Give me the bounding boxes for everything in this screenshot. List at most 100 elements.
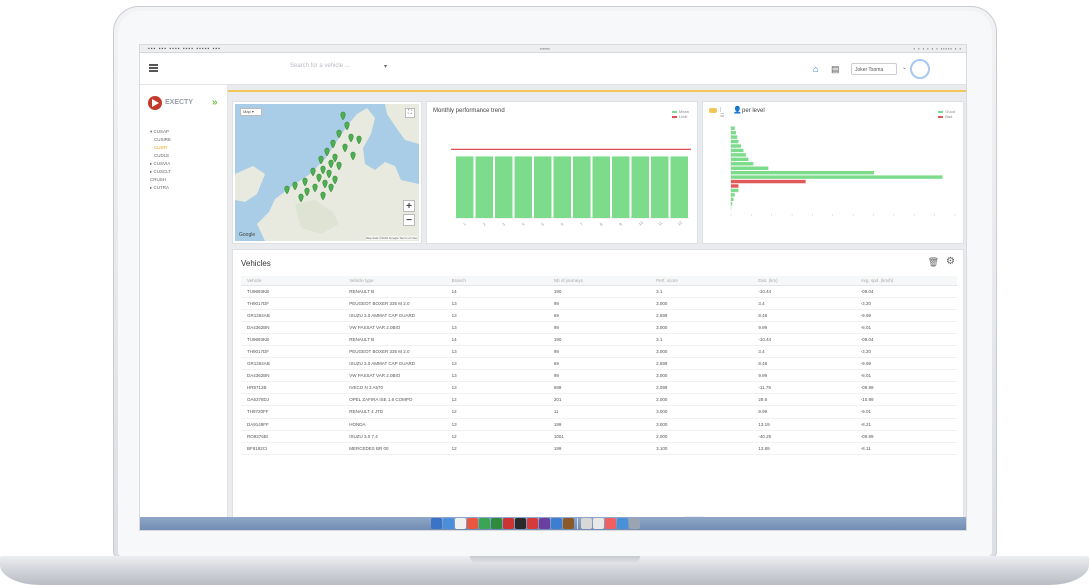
dock-app-icon[interactable] — [563, 518, 574, 529]
column-header[interactable]: Dist. (km) — [752, 276, 855, 286]
user-menu-button[interactable]: Joker Tsoma — [851, 63, 897, 75]
level-bar-good[interactable] — [731, 193, 735, 197]
sidebar-tree-item[interactable]: ▾ CUSAP — [150, 128, 171, 136]
column-header[interactable]: Avg. spd. (km/h) — [854, 276, 957, 286]
column-header[interactable]: Branch — [445, 276, 548, 286]
column-header[interactable]: Perf. score — [650, 276, 753, 286]
level-bar-good[interactable] — [731, 188, 739, 193]
table-row[interactable]: TU9693KB RENAULT B 14 190 3.1 -10.44 -09.04 — [241, 285, 957, 298]
table-row[interactable]: GR1264AB ISUZU 3.0 AMMAT CAP GUARD 13 69 2.6… — [241, 309, 957, 322]
perf-bar[interactable] — [612, 156, 630, 218]
vehicle-map[interactable]: Map ▾ ⛶ + − Google Map data ©2019 Google… — [235, 104, 419, 241]
map-attribution[interactable]: Map data ©2019 Google Terms of Use — [365, 236, 417, 240]
sidebar-tree-item[interactable]: CUSIRE — [150, 136, 171, 144]
user-menu-chevron-icon[interactable]: ⌄ — [902, 64, 907, 71]
dock-app-icon[interactable] — [467, 518, 478, 529]
sidebar-tree-item[interactable]: ▸ CUSVIA — [150, 160, 171, 168]
level-bar-good[interactable] — [731, 197, 734, 202]
table-cell: 2.699 — [650, 357, 753, 371]
perf-bar[interactable] — [514, 156, 533, 218]
dock-app-icon[interactable] — [443, 518, 454, 529]
dock-app-icon[interactable] — [491, 518, 502, 529]
delete-icon[interactable]: 🗑 — [928, 257, 939, 268]
sidebar-tree-item[interactable]: ▸ CUSCLT — [150, 168, 171, 176]
map-layer-button[interactable]: Map ▾ — [240, 108, 262, 116]
table-row[interactable]: TH9017DF PEUGEOT BOXER 335 M 2.0 13 99 3.000… — [241, 345, 957, 359]
level-bar-good[interactable] — [731, 153, 746, 157]
gear-icon[interactable]: ⚙ — [946, 256, 955, 267]
map-zoom-out-button[interactable]: − — [403, 214, 415, 226]
level-bar-bad[interactable] — [731, 179, 806, 184]
dock-app-icon[interactable] — [515, 518, 526, 529]
search-caret-icon[interactable]: ▾ — [384, 63, 387, 70]
sidebar-tree-item[interactable]: CUSFI — [150, 144, 171, 152]
level-bar-good[interactable] — [731, 135, 738, 139]
table-row[interactable]: RO9376BI ISUZU 3.0 7.4 12 1001 2.000 -40.25 -0… — [241, 430, 957, 443]
map-fullscreen-icon[interactable]: ⛶ — [405, 108, 415, 118]
perf-bar[interactable] — [631, 156, 650, 218]
os-menu-items[interactable]: ▪▪▪ ▪▪▪ ▪▪▪▪ ▪▪▪▪ ▪▪▪▪▪ ▪▪▪ — [148, 46, 221, 52]
app-logo[interactable]: EXECTY » — [148, 96, 228, 110]
level-bar-bad[interactable] — [731, 184, 739, 188]
table-cell: -10.44 — [752, 285, 855, 298]
avatar[interactable] — [910, 59, 930, 79]
dock-app-icon[interactable] — [605, 518, 616, 529]
table-cell: 99 — [547, 345, 651, 359]
dock-app-icon[interactable] — [527, 518, 538, 529]
document-icon[interactable]: ▤ — [831, 64, 840, 75]
level-bar-good[interactable] — [731, 166, 769, 170]
dock-app-icon[interactable] — [551, 518, 562, 529]
perf-bar[interactable] — [670, 156, 689, 218]
level-bar-good[interactable] — [731, 148, 744, 153]
table-row[interactable]: TH9720FF RENAULT 4 JTD 12 11 3.000 9.99 -9.01 — [241, 405, 957, 419]
map-zoom-in-button[interactable]: + — [403, 200, 415, 212]
column-header[interactable]: Vehicle — [241, 276, 344, 286]
map-vehicle-pin[interactable] — [340, 111, 346, 121]
table-row[interactable]: BF9182CI MERCEDES BR 00 12 199 3.100 13.89 -8.… — [241, 442, 957, 455]
perf-bar[interactable] — [651, 156, 669, 218]
map-card: Map ▾ ⛶ + − Google Map data ©2019 Google… — [232, 101, 422, 244]
perf-bar[interactable] — [456, 156, 474, 218]
home-icon[interactable]: ⌂ — [813, 64, 818, 74]
os-status-icons[interactable]: ▪ ▪ ▪ ▪ ▪ ▪ ▪▪▪▪▪ ▪ ▪ — [914, 46, 962, 51]
table-row[interactable]: DA4362BN VW PASSAT VAR 2.0BIO 13 99 3.000 9.9… — [241, 369, 957, 383]
dock-app-icon[interactable] — [581, 518, 592, 529]
level-bar-good[interactable] — [731, 130, 736, 135]
sidebar-tree-item[interactable]: ▸ CUTRA — [150, 184, 171, 192]
sidebar-tree-item[interactable]: CUDLE — [150, 152, 171, 160]
dock-app-icon[interactable] — [503, 518, 514, 529]
hamburger-menu-icon[interactable] — [149, 64, 158, 72]
dock-app-icon[interactable] — [539, 518, 550, 529]
dock-app-icon[interactable] — [593, 518, 604, 529]
vehicle-search-input[interactable]: Search for a vehicle ... ▾ — [290, 63, 390, 75]
sidebar-tree-item[interactable]: CRUSH — [150, 176, 171, 184]
level-bar-good[interactable] — [731, 170, 875, 175]
level-bar-good[interactable] — [731, 144, 741, 148]
dock-app-icon[interactable] — [629, 518, 640, 529]
dock-app-icon[interactable] — [479, 518, 490, 529]
table-row[interactable]: TU9693KB RENAULT B 14 190 3.1 -10.44 -09.04 — [241, 333, 957, 346]
level-bar-good[interactable] — [731, 175, 943, 179]
column-header[interactable]: Nb of journeys — [547, 276, 651, 286]
level-bar-good[interactable] — [731, 157, 749, 162]
table-row[interactable]: OA6378DJ OPEL ZAFIRA ISE 1.6 COMPO 12 201 2.… — [241, 393, 957, 407]
table-row[interactable]: DA9149FF HONDA 13 199 3.000 13.19 -8.21 — [241, 418, 957, 431]
table-row[interactable]: HR9712B IVECO N 3 A570 13 699 2.099 -11.79 -09… — [241, 381, 957, 395]
level-bar-good[interactable] — [731, 202, 733, 206]
perf-bar[interactable] — [592, 156, 611, 218]
table-row[interactable]: GR1264AB ISUZU 3.0 AMMAT CAP GUARD 13 69 2.6… — [241, 357, 957, 371]
level-bar-good[interactable] — [731, 162, 754, 166]
level-bar-good[interactable] — [731, 126, 735, 130]
table-row[interactable]: TH9017DF PEUGEOT BOXER 335 M 2.0 13 99 3.000… — [241, 297, 957, 310]
perf-bar[interactable] — [475, 156, 494, 218]
column-header[interactable]: Vehicle type — [343, 276, 446, 286]
dock-app-icon[interactable] — [617, 518, 628, 529]
dock-app-icon[interactable] — [455, 518, 466, 529]
table-row[interactable]: DA4362BN VW PASSAT VAR 2.0BIO 13 99 3.000 9.9… — [241, 321, 957, 334]
perf-bar[interactable] — [553, 156, 572, 218]
perf-bar[interactable] — [534, 156, 552, 218]
dock-app-icon[interactable] — [431, 518, 442, 529]
perf-bar[interactable] — [495, 156, 513, 218]
perf-bar[interactable] — [573, 156, 591, 218]
level-bar-good[interactable] — [731, 139, 739, 144]
